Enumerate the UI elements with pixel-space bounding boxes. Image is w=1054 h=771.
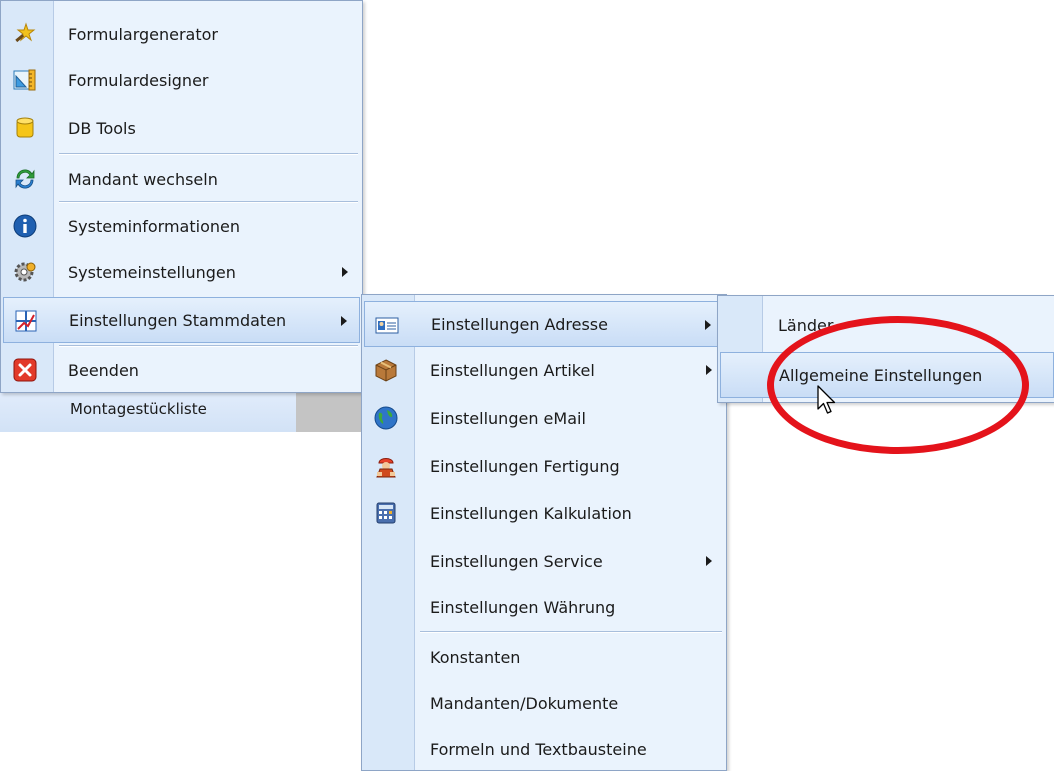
globe-icon (374, 406, 398, 430)
ruler-icon (13, 69, 36, 91)
screen: Montagestückliste Formulargenerator Form… (0, 0, 1054, 771)
menu-item-label: Einstellungen Adresse (431, 314, 608, 334)
menu-item-formulardesigner[interactable]: Formulardesigner (3, 57, 360, 103)
menu-item-label: Formulardesigner (68, 70, 209, 90)
gear-icon (14, 262, 36, 282)
menu-item-label: Systeminformationen (68, 216, 240, 236)
mouse-cursor-icon (817, 385, 836, 414)
menu-item-allgemeine-einstellungen[interactable]: Allgemeine Einstellungen (720, 352, 1054, 398)
menu-item-einstellungen-kalkulation[interactable]: Einstellungen Kalkulation (364, 490, 724, 536)
wand-icon (15, 22, 36, 43)
menu-item-beenden[interactable]: Beenden (3, 347, 360, 393)
menu-item-label: Formulargenerator (68, 24, 218, 44)
menu-separator (420, 631, 722, 633)
submenu-arrow-icon (705, 320, 711, 330)
grid-settings-icon (15, 310, 37, 332)
adresse-submenu: Länder Allgemeine Einstellungen (717, 295, 1054, 403)
address-card-icon (375, 317, 399, 334)
stammdaten-submenu: Einstellungen Adresse Einstellungen Arti… (361, 294, 727, 771)
menu-item-einstellungen-service[interactable]: Einstellungen Service (364, 538, 724, 584)
database-icon (16, 117, 34, 138)
submenu-arrow-icon (706, 365, 712, 375)
menu-item-einstellungen-waehrung[interactable]: Einstellungen Währung (364, 584, 724, 630)
menu-item-label: Länder (778, 315, 834, 335)
close-icon (13, 358, 37, 382)
menu-item-laender[interactable]: Länder (720, 302, 1054, 348)
menu-item-label: Einstellungen Kalkulation (430, 503, 632, 523)
menu-item-konstanten[interactable]: Konstanten (364, 634, 724, 680)
menu-item-einstellungen-email[interactable]: Einstellungen eMail (364, 395, 724, 441)
menu-item-einstellungen-artikel[interactable]: Einstellungen Artikel (364, 347, 724, 393)
background-gray-area (296, 392, 362, 432)
box-icon (375, 359, 397, 382)
background-menu-item-label: Montagestückliste (70, 400, 207, 418)
background-menu-item[interactable]: Montagestückliste (0, 392, 296, 432)
submenu-arrow-icon (342, 267, 348, 277)
menu-item-label: Formeln und Textbausteine (430, 739, 647, 759)
menu-item-db-tools[interactable]: DB Tools (3, 105, 360, 151)
menu-item-mandant-wechseln[interactable]: Mandant wechseln (3, 156, 360, 202)
menu-item-label: Einstellungen Service (430, 551, 603, 571)
main-menu: Formulargenerator Formulardesigner DB To… (0, 0, 363, 393)
menu-item-label: Einstellungen Artikel (430, 360, 595, 380)
menu-item-einstellungen-adresse[interactable]: Einstellungen Adresse (364, 301, 724, 347)
menu-item-mandanten-dokumente[interactable]: Mandanten/Dokumente (364, 680, 724, 726)
menu-item-label: Einstellungen Stammdaten (69, 310, 287, 330)
menu-item-label: Mandant wechseln (68, 169, 218, 189)
menu-item-label: Konstanten (430, 647, 521, 667)
menu-item-systemeinstellungen[interactable]: Systemeinstellungen (3, 249, 360, 295)
submenu-arrow-icon (706, 556, 712, 566)
menu-item-einstellungen-fertigung[interactable]: Einstellungen Fertigung (364, 443, 724, 489)
calculator-icon (376, 502, 396, 524)
menu-item-label: Allgemeine Einstellungen (779, 365, 983, 385)
menu-item-label: Einstellungen Währung (430, 597, 616, 617)
menu-item-label: Systemeinstellungen (68, 262, 236, 282)
menu-item-label: Mandanten/Dokumente (430, 693, 619, 713)
info-icon (13, 214, 37, 238)
menu-item-systeminformationen[interactable]: Systeminformationen (3, 203, 360, 249)
menu-item-label: Beenden (68, 360, 139, 380)
menu-separator (59, 153, 358, 155)
menu-item-einstellungen-stammdaten[interactable]: Einstellungen Stammdaten (3, 297, 360, 343)
menu-item-label: DB Tools (68, 118, 136, 138)
refresh-icon (15, 169, 35, 189)
menu-item-label: Einstellungen eMail (430, 408, 586, 428)
submenu-arrow-icon (341, 316, 347, 326)
worker-icon (376, 458, 396, 478)
menu-item-formulargenerator[interactable]: Formulargenerator (3, 11, 360, 57)
menu-item-formeln-textbausteine[interactable]: Formeln und Textbausteine (364, 726, 724, 771)
menu-item-label: Einstellungen Fertigung (430, 456, 620, 476)
